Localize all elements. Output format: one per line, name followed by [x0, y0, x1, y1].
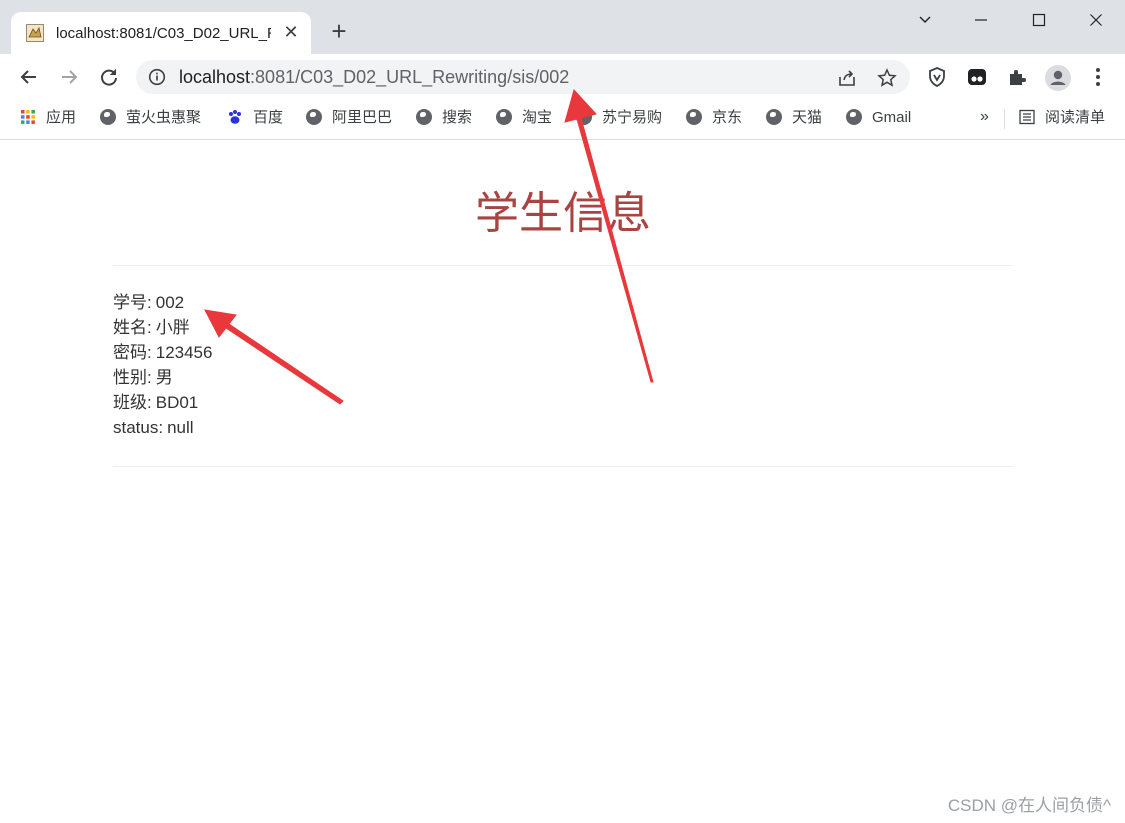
arrow-to-student-id: [204, 309, 344, 405]
annotation-arrows: [204, 89, 654, 405]
arrow-to-url: [564, 89, 654, 383]
watermark: CSDN @在人间负债^: [947, 796, 1111, 815]
